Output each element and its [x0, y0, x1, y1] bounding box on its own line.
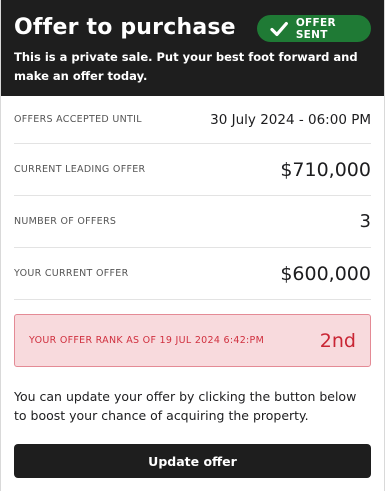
badge-label: OFFER SENT	[295, 16, 336, 41]
detail-label: NUMBER OF OFFERS	[14, 216, 117, 227]
detail-value: 3	[359, 211, 371, 232]
offer-header: Offer to purchase This is a private sale…	[1, 0, 384, 96]
detail-label: YOUR CURRENT OFFER	[14, 268, 129, 279]
detail-value: $710,000	[280, 158, 371, 181]
detail-row-your-current-offer: YOUR CURRENT OFFER $600,000	[14, 248, 371, 300]
check-icon	[270, 21, 288, 36]
offer-rank-banner: YOUR OFFER RANK AS OF 19 JUL 2024 6:42:P…	[14, 314, 371, 367]
update-offer-note: You can update your offer by clicking th…	[14, 389, 357, 423]
detail-value: $600,000	[280, 262, 371, 285]
offer-details: OFFERS ACCEPTED UNTIL 30 July 2024 - 06:…	[1, 96, 384, 300]
detail-value: 30 July 2024 - 06:00 PM	[210, 111, 371, 128]
header-subtitle: This is a private sale. Put your best fo…	[14, 50, 358, 83]
update-offer-button[interactable]: Update offer	[14, 444, 371, 478]
rank-value: 2nd	[319, 329, 356, 352]
offer-card: Offer to purchase This is a private sale…	[0, 0, 385, 491]
offer-sent-badge: OFFER SENT	[257, 15, 371, 42]
detail-label: CURRENT LEADING OFFER	[14, 164, 146, 175]
detail-row-number-of-offers: NUMBER OF OFFERS 3	[14, 196, 371, 248]
detail-row-offers-accepted-until: OFFERS ACCEPTED UNTIL 30 July 2024 - 06:…	[14, 96, 371, 144]
detail-label: OFFERS ACCEPTED UNTIL	[14, 114, 142, 125]
detail-row-current-leading-offer: CURRENT LEADING OFFER $710,000	[14, 144, 371, 196]
rank-label: YOUR OFFER RANK AS OF 19 JUL 2024 6:42:P…	[29, 335, 265, 346]
